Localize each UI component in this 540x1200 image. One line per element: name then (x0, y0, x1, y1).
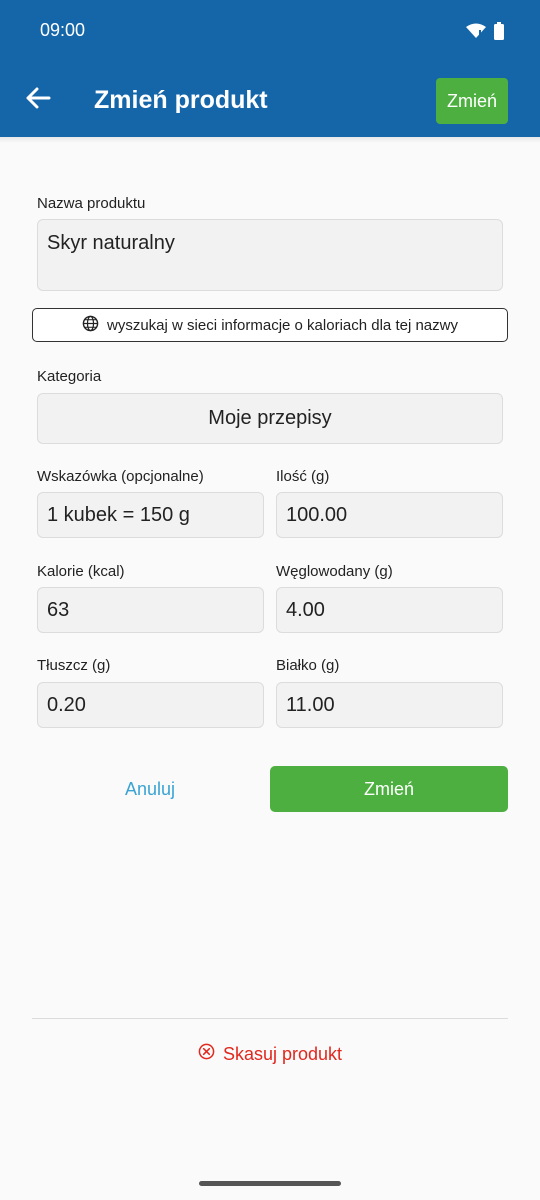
status-icons (466, 22, 504, 45)
carbs-input[interactable]: 4.00 (276, 587, 503, 633)
search-web-button[interactable]: wyszukaj w sieci informacje o kaloriach … (32, 308, 508, 342)
hint-input[interactable]: 1 kubek = 150 g (37, 492, 264, 538)
arrow-left-icon (25, 87, 51, 114)
fat-input[interactable]: 0.20 (37, 682, 264, 728)
wifi-icon (466, 23, 486, 44)
category-label: Kategoria (37, 368, 102, 385)
calories-label: Kalorie (kcal) (37, 563, 125, 580)
product-name-input[interactable]: Skyr naturalny (37, 219, 503, 291)
home-indicator[interactable] (199, 1181, 341, 1186)
protein-label: Białko (g) (276, 657, 340, 674)
globe-icon (82, 315, 99, 336)
fat-label: Tłuszcz (g) (37, 657, 111, 674)
page-title: Zmień produkt (94, 86, 268, 114)
app-bar: 09:00 Zmień produkt Zmień (0, 0, 540, 137)
product-name-label: Nazwa produktu (37, 195, 146, 212)
divider (32, 1018, 508, 1019)
calories-input[interactable]: 63 (37, 587, 264, 633)
amount-label: Ilość (g) (276, 468, 330, 485)
search-web-label: wyszukaj w sieci informacje o kaloriach … (107, 316, 458, 334)
hint-label: Wskazówka (opcjonalne) (37, 468, 204, 485)
category-select[interactable]: Moje przepisy (37, 393, 503, 444)
header-save-button[interactable]: Zmień (436, 78, 508, 124)
app-bar-shadow (0, 137, 540, 143)
circle-x-icon (198, 1043, 215, 1065)
carbs-label: Węglowodany (g) (276, 563, 393, 580)
cancel-button[interactable]: Anuluj (32, 766, 268, 812)
confirm-change-button[interactable]: Zmień (270, 766, 508, 812)
status-time: 09:00 (40, 20, 86, 40)
delete-product-label: Skasuj produkt (222, 1043, 343, 1064)
protein-input[interactable]: 11.00 (276, 682, 503, 728)
delete-product-button[interactable]: Skasuj produkt (0, 1038, 540, 1070)
battery-icon (494, 22, 504, 45)
back-button[interactable] (20, 82, 56, 118)
amount-input[interactable]: 100.00 (276, 492, 503, 538)
